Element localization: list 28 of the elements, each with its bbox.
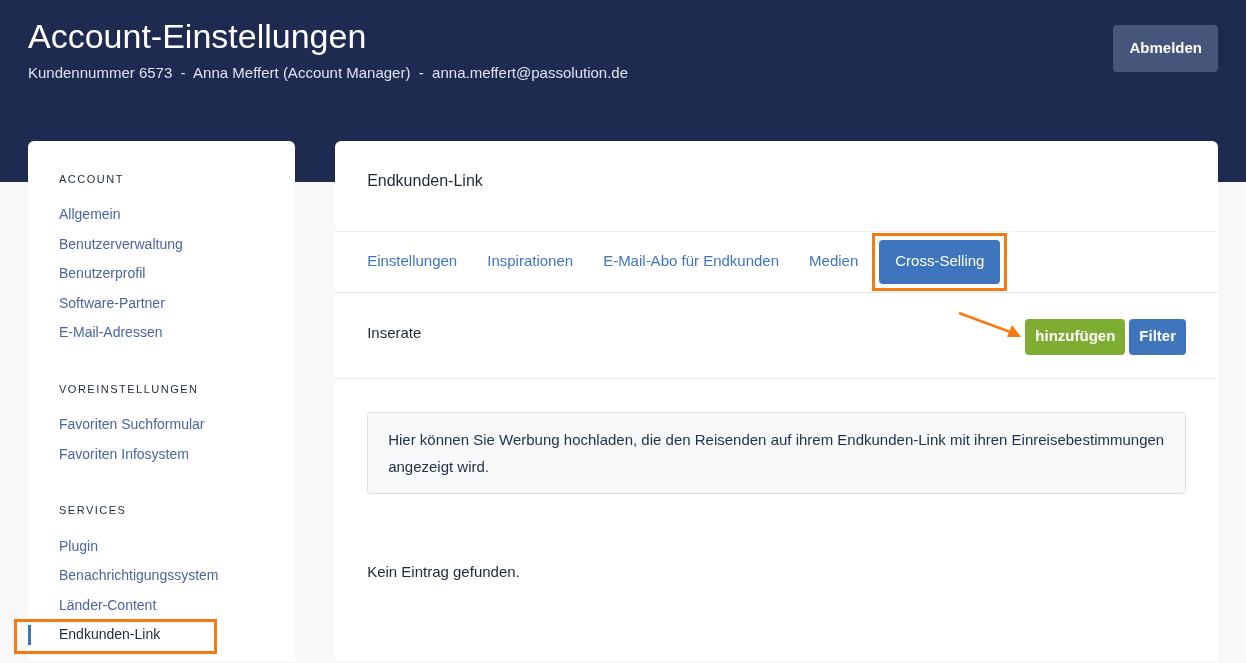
- section-heading: SERVICES: [58, 503, 128, 518]
- tab[interactable]: Cross-Selling: [879, 239, 1001, 284]
- sidebar-link[interactable]: E-Mail-Adressen: [59, 322, 163, 344]
- sidebar-link[interactable]: Benachrichtigungssystem: [59, 565, 219, 587]
- logout-button[interactable]: Abmelden: [1113, 25, 1218, 72]
- tab[interactable]: E-Mail-Abo für Endkunden: [603, 250, 780, 273]
- account-info: Kundennummer 6573 - Anna Meffert (Account Manager) - anna.meffert@passolution.de: [28, 63, 628, 83]
- annotation-arrow: [957, 310, 1024, 339]
- section-title: Inserate: [367, 322, 422, 343]
- tab[interactable]: Einstellungen: [367, 250, 458, 273]
- tab[interactable]: Inspirationen: [487, 250, 574, 273]
- info-box: Hier können Sie Werbung hochladen, die den Reisenden auf ihrem Endkunden-Link mit ihren Einreisebestimmungen angezeigt wird.: [367, 411, 1186, 494]
- sidebar-link[interactable]: Benutzerprofil: [59, 263, 146, 285]
- sidebar-link[interactable]: Software-Partner: [59, 292, 165, 314]
- sidebar-link[interactable]: Benutzerverwaltung: [59, 233, 183, 255]
- sidebar-link[interactable]: Favoriten Infosystem: [59, 443, 189, 465]
- sidebar-link[interactable]: Endkunden-Link: [59, 624, 161, 646]
- tab[interactable]: Medien: [809, 250, 859, 273]
- page-title: Account-Einstellungen: [28, 16, 368, 56]
- section-heading: ACCOUNT: [58, 171, 125, 187]
- filter-button[interactable]: Filter: [1129, 318, 1186, 355]
- sidebar-link[interactable]: Plugin: [59, 535, 98, 557]
- section-heading: VOREINSTELLUNGEN: [58, 381, 200, 397]
- empty-message: Kein Eintrag gefunden.: [367, 561, 521, 582]
- sidebar-link[interactable]: Länder-Content: [59, 594, 157, 616]
- sidebar-link[interactable]: Allgemein: [59, 204, 121, 226]
- card-title: Endkunden-Link: [335, 140, 1218, 232]
- sidebar-link[interactable]: Favoriten Suchformular: [59, 414, 205, 436]
